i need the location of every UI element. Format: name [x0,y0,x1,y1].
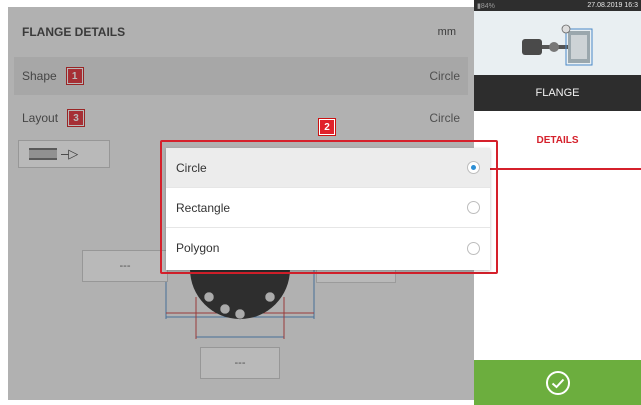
flange-tile-label: FLANGE [535,87,580,99]
option-circle-label: Circle [176,160,207,175]
flange-tile[interactable]: FLANGE [474,75,641,111]
status-bar: ▮84% 27.08.2019 16:3 [474,0,641,11]
status-datetime: 27.08.2019 16:3 [587,2,638,9]
option-rectangle-label: Rectangle [176,200,231,215]
option-polygon[interactable]: Polygon [166,228,490,268]
radio-rectangle[interactable] [467,201,480,214]
checkmark-circle-icon [545,370,570,395]
radio-circle[interactable] [467,161,480,174]
battery-icon: ▮84% [477,2,495,10]
option-polygon-label: Polygon [176,241,220,255]
right-sidebar: ▮84% 27.08.2019 16:3 FLANGE DETAILS [474,0,641,405]
details-indicator-line [488,168,641,170]
shape-selection-popup: Circle Rectangle Polygon [166,148,490,270]
confirm-button[interactable] [474,360,641,405]
details-tab-label: DETAILS [536,135,579,146]
radio-selected-dot [471,165,476,170]
radio-polygon[interactable] [467,241,480,255]
battery-level: 84% [480,2,495,10]
option-circle[interactable]: Circle [166,148,490,188]
machine-train-tile[interactable] [474,11,641,75]
annotation-badge-2: 2 [319,119,335,135]
option-rectangle[interactable]: Rectangle [166,188,490,228]
details-tab[interactable]: DETAILS [474,135,641,146]
machine-train-icon [522,24,593,66]
